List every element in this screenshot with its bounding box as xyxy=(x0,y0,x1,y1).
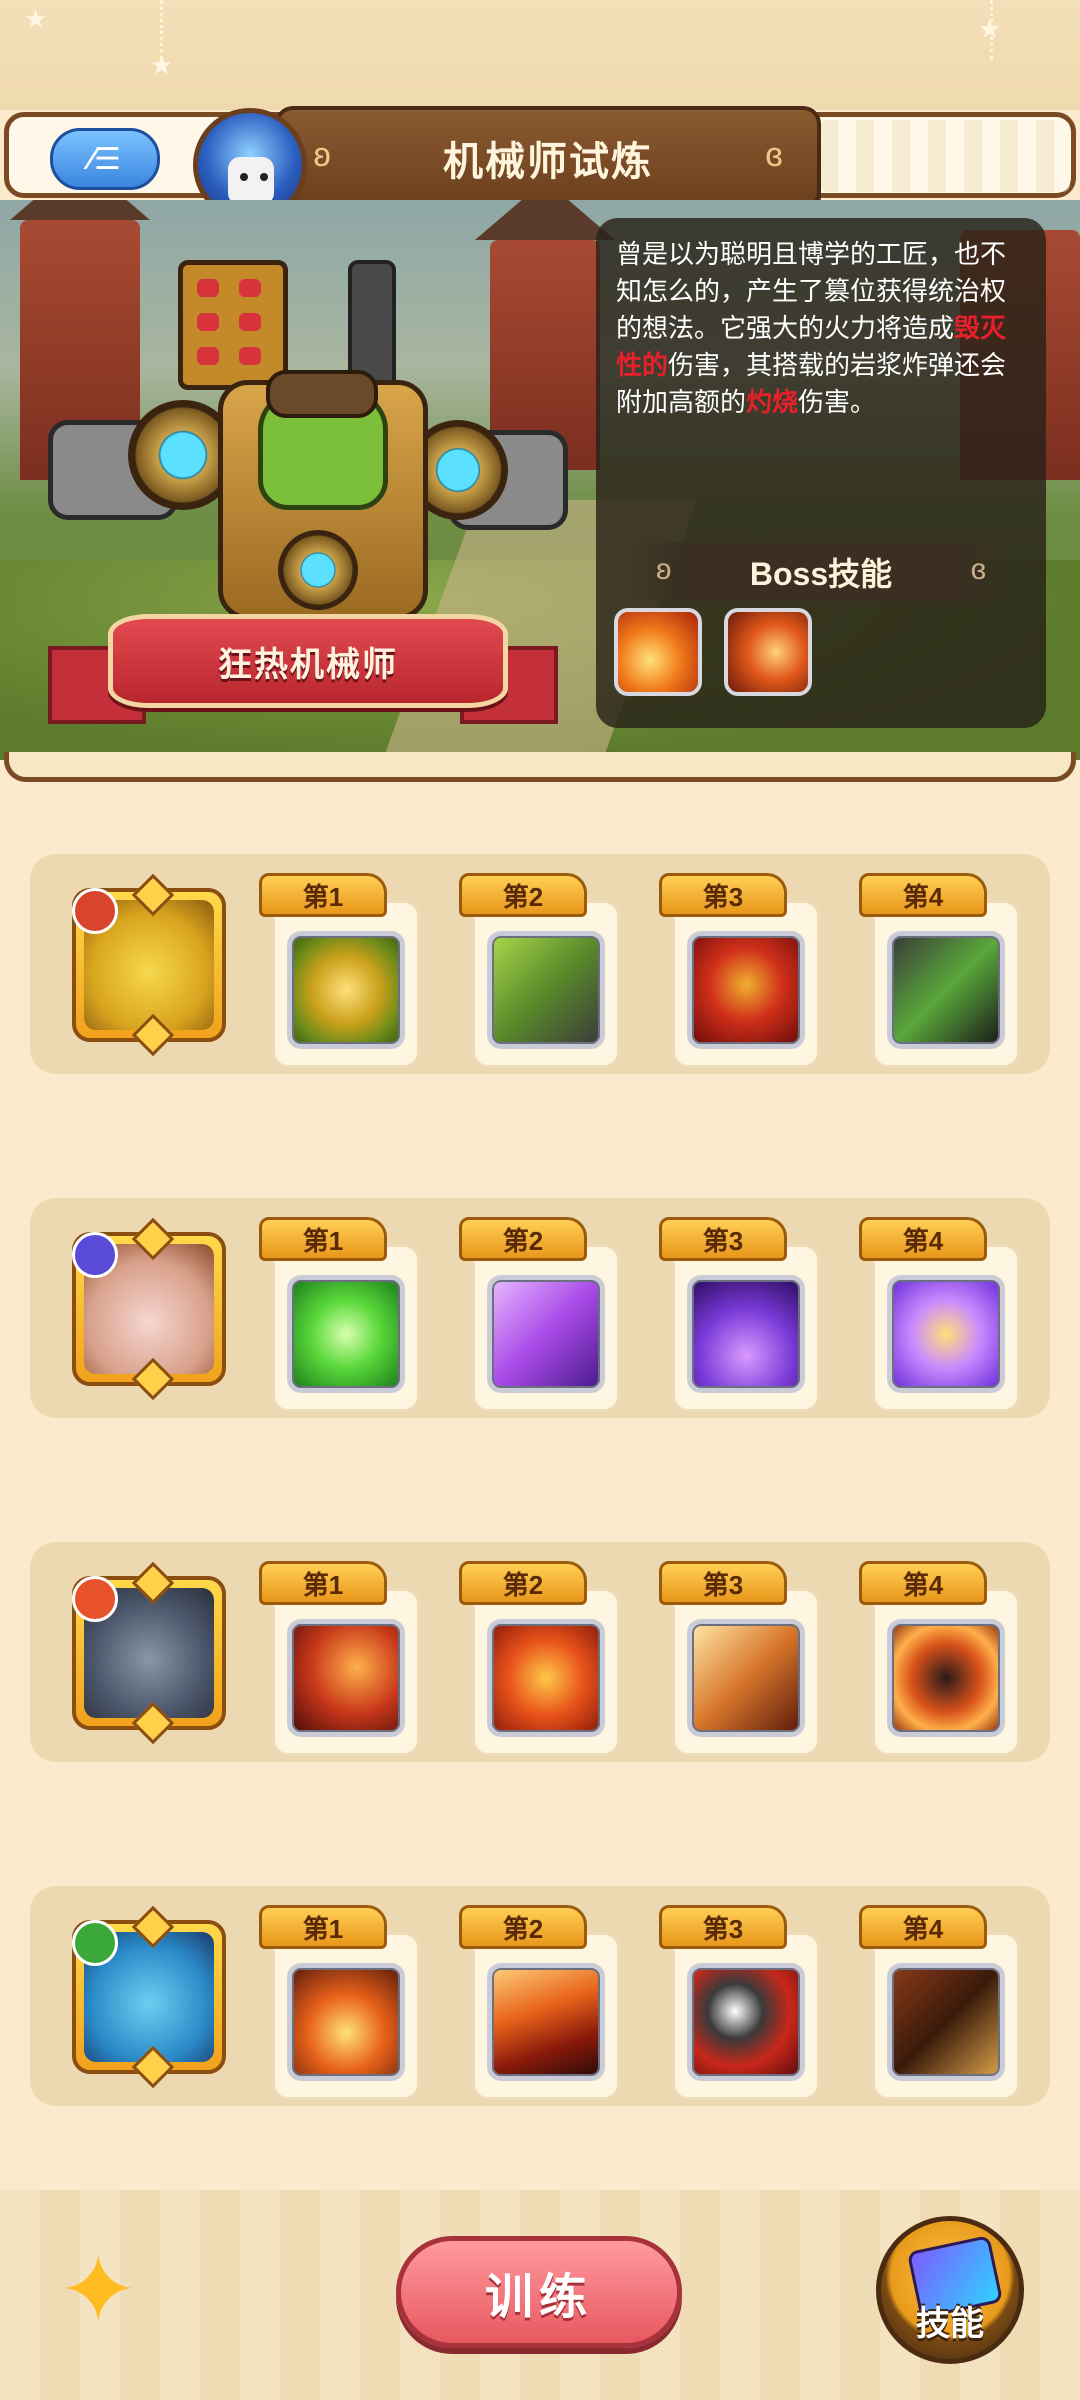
skill-label: 技能 xyxy=(916,2305,984,2343)
slot-label: 第2 xyxy=(502,1569,544,1600)
train-button[interactable]: 训练 xyxy=(396,2236,682,2348)
skill-button[interactable]: 技能 xyxy=(876,2216,1024,2364)
slot-label: 第4 xyxy=(902,1225,944,1256)
title-plate: ʚ 机械师试炼 ɞ xyxy=(275,106,821,210)
slot-label: 第4 xyxy=(902,1569,944,1600)
flame-element-icon xyxy=(72,1576,118,1622)
skill-slot[interactable]: 第1 xyxy=(259,1905,420,2100)
slot-label: 第3 xyxy=(702,1569,744,1600)
rage-face-icon xyxy=(687,931,805,1049)
fire-element-icon xyxy=(72,888,118,934)
swirl-left-icon: ʚ xyxy=(656,553,672,586)
skill-slot[interactable]: 第3 xyxy=(659,873,820,1068)
slot-label: 第2 xyxy=(502,881,544,912)
skill-slot[interactable]: 第3 xyxy=(659,1217,820,1412)
hippo-pet-icon[interactable] xyxy=(72,1561,226,1745)
purple-slash-icon xyxy=(487,1275,605,1393)
skill-slot[interactable]: 第2 xyxy=(459,1217,620,1412)
slot-label: 第1 xyxy=(302,1569,344,1600)
skill-slot[interactable]: 第1 xyxy=(259,1561,420,1756)
skill-slot[interactable]: 第4 xyxy=(859,873,1020,1068)
claw-strike-icon xyxy=(487,1963,605,2081)
star-icon: ★ xyxy=(24,4,48,34)
boss-info-panel: 曾是以为聪明且博学的工匠，也不知怎么的，产生了篡位获得统治权的想法。它强大的火力… xyxy=(596,218,1046,728)
skill-slot[interactable]: 第3 xyxy=(659,1561,820,1756)
fire-slash-icon[interactable] xyxy=(724,608,812,696)
slot-label: 第1 xyxy=(302,1225,344,1256)
fire-tornado-icon xyxy=(687,1619,805,1737)
slot-label: 第1 xyxy=(302,1913,344,1944)
flame-claw-icon[interactable] xyxy=(614,608,702,696)
flame-beast-icon xyxy=(287,1619,405,1737)
slot-label: 第3 xyxy=(702,1913,744,1944)
dark-eruption-icon xyxy=(887,1619,1005,1737)
boss-description: 曾是以为聪明且博学的工匠，也不知怎么的，产生了篡位获得统治权的想法。它强大的火力… xyxy=(616,239,1007,417)
golden-shield-icon xyxy=(287,931,405,1049)
dark-knight-icon xyxy=(887,931,1005,1049)
skill-slot[interactable]: 第4 xyxy=(859,1561,1020,1756)
slot-label: 第1 xyxy=(302,881,344,912)
blue-fish-pet-icon[interactable] xyxy=(72,1905,226,2089)
angel-shield-icon xyxy=(887,1275,1005,1393)
skill-slot[interactable]: 第2 xyxy=(459,1561,620,1756)
skill-slot[interactable]: 第2 xyxy=(459,873,620,1068)
swirl-right-icon: ɞ xyxy=(765,136,783,174)
yellow-pet-icon[interactable] xyxy=(72,873,226,1057)
swirl-left-icon: ʚ xyxy=(313,136,331,174)
slot-label: 第2 xyxy=(502,1913,544,1944)
slot-label: 第3 xyxy=(702,1225,744,1256)
highlight-text: 灼烧 xyxy=(746,387,799,417)
skill-slot[interactable]: 第3 xyxy=(659,1905,820,2100)
slot-label: 第4 xyxy=(902,1913,944,1944)
boss-name: 狂热机械师 xyxy=(218,645,398,684)
swirl-right-icon: ɞ xyxy=(970,553,986,586)
page-title: 机械师试炼 xyxy=(443,140,653,184)
skill-slot[interactable]: 第1 xyxy=(259,1217,420,1412)
bow-shot-icon xyxy=(887,1963,1005,2081)
boss-skills-header: ʚ Boss技能 ɞ xyxy=(626,543,1016,601)
skill-slot[interactable]: 第2 xyxy=(459,1905,620,2100)
slot-label: 第2 xyxy=(502,1225,544,1256)
pink-king-pet-icon[interactable] xyxy=(72,1217,226,1401)
skill-slot[interactable]: 第4 xyxy=(859,1217,1020,1412)
skill-slot[interactable]: 第1 xyxy=(259,873,420,1068)
back-button[interactable]: ⁄☰ xyxy=(50,128,160,190)
boss-name-ribbon: 狂热机械师 xyxy=(48,608,558,726)
banner-frame xyxy=(4,752,1076,782)
spirit-sprout-icon xyxy=(687,1275,805,1393)
boss-skills-title: Boss技能 xyxy=(749,556,893,592)
header-decoration xyxy=(820,120,1070,192)
wind-element-icon xyxy=(72,1920,118,1966)
campfire-icon xyxy=(287,1963,405,2081)
meteor-hammer-icon xyxy=(687,1963,805,2081)
fish-bone-icon[interactable]: ✦ xyxy=(58,2236,208,2346)
water-element-icon xyxy=(72,1232,118,1278)
green-blast-icon xyxy=(287,1275,405,1393)
skill-slot[interactable]: 第4 xyxy=(859,1905,1020,2100)
thorn-attack-icon xyxy=(487,931,605,1049)
slot-label: 第3 xyxy=(702,881,744,912)
back-icon: ⁄☰ xyxy=(89,142,121,176)
train-label: 训练 xyxy=(484,2271,593,2324)
paw-strike-icon xyxy=(487,1619,605,1737)
top-decoration: ★ ★ ★ xyxy=(0,0,1080,110)
slot-label: 第4 xyxy=(902,881,944,912)
